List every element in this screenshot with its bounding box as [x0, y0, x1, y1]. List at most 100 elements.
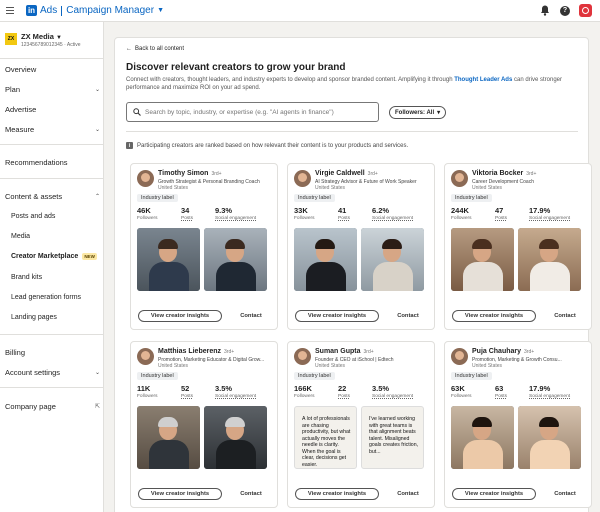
posts-stat: 47 Posts — [495, 206, 507, 221]
menu-icon[interactable] — [6, 7, 14, 14]
avatar[interactable] — [294, 170, 311, 187]
external-link-icon: ⇱ — [94, 404, 100, 410]
connection-degree: 3rd+ — [224, 349, 235, 355]
nav-divider — [0, 58, 103, 59]
contact-button[interactable]: Contact — [388, 488, 428, 500]
view-creator-insights-button[interactable]: View creator insights — [138, 310, 222, 322]
followers-stat: 46K Followers — [137, 206, 158, 221]
bell-icon[interactable] — [539, 5, 551, 17]
industry-label: Industry label — [137, 372, 178, 380]
engagement-stat: 3.5% Social engagement — [372, 384, 414, 399]
sidebar-item-account-settings[interactable]: Account settings ⌄ — [5, 368, 100, 377]
video-thumbnail[interactable] — [204, 406, 267, 469]
sidebar-item-landing-pages[interactable]: Landing pages — [11, 314, 100, 321]
sidebar-item-measure[interactable]: Measure ⌄ — [5, 125, 100, 134]
sidebar-item-overview[interactable]: Overview — [5, 65, 100, 74]
creator-location: United States — [315, 363, 346, 369]
ranking-info: i Participating creators are ranked base… — [126, 142, 408, 149]
industry-label: Industry label — [451, 372, 492, 380]
creator-card[interactable]: Viktoria Bocker 3rd+ Career Development C… — [444, 163, 592, 330]
account-app-icon[interactable] — [579, 4, 592, 17]
creator-location: United States — [472, 185, 503, 191]
creator-card[interactable]: Virgie Caldwell 3rd+ AI Strategy Advisor … — [287, 163, 435, 330]
creator-card[interactable]: Suman Gupta 3rd+ Founder & CEO at iSchool… — [287, 341, 435, 508]
search-input[interactable] — [145, 108, 370, 116]
top-bar: in Ads Campaign Manager ▼ ? — [0, 0, 600, 22]
account-switcher[interactable]: ZX ZX Media ▼ 123456789012345 · Active — [0, 22, 103, 56]
video-thumbnail[interactable] — [451, 228, 514, 291]
brand[interactable]: in Ads Campaign Manager ▼ — [26, 5, 164, 16]
app-name: Campaign Manager — [66, 5, 155, 16]
video-thumbnail[interactable] — [137, 228, 200, 291]
thumbnail-quote: I've learned working with great teams is… — [369, 416, 419, 455]
sidebar-item-content-assets[interactable]: Content & assets ⌃ — [5, 192, 100, 201]
thought-leader-ads-link[interactable]: Thought Leader Ads — [454, 77, 512, 83]
back-link[interactable]: ← Back to all content — [126, 46, 184, 52]
page-description: Connect with creators, thought leaders, … — [126, 77, 563, 91]
avatar[interactable] — [294, 348, 311, 365]
video-thumbnail[interactable] — [294, 228, 357, 291]
creator-name[interactable]: Matthias Lieberenz 3rd+ — [158, 348, 234, 355]
engagement-stat: 3.5% Social engagement — [215, 384, 257, 399]
creator-name[interactable]: Timothy Simon 3rd+ — [158, 170, 222, 177]
creator-card[interactable]: Puja Chauhary 3rd+ Promotion, Marketing &… — [444, 341, 592, 508]
sidebar-item-brand-kits[interactable]: Brand kits — [11, 274, 100, 281]
video-thumbnail[interactable] — [361, 228, 424, 291]
contact-button[interactable]: Contact — [545, 310, 585, 322]
followers-filter[interactable]: Followers: All ▾ — [389, 106, 447, 119]
contact-button[interactable]: Contact — [388, 310, 428, 322]
engagement-stat: 17.9% Social engagement — [529, 384, 571, 399]
thumbnail-quote: A lot of professionals are chasing produ… — [302, 416, 351, 468]
industry-label: Industry label — [137, 194, 178, 202]
contact-button[interactable]: Contact — [545, 488, 585, 500]
search-box[interactable] — [126, 102, 379, 122]
video-thumbnail[interactable] — [137, 406, 200, 469]
avatar[interactable] — [137, 348, 154, 365]
creator-name[interactable]: Viktoria Bocker 3rd+ — [472, 170, 536, 177]
video-thumbnail[interactable] — [518, 406, 581, 469]
video-thumbnail[interactable] — [451, 406, 514, 469]
help-icon[interactable]: ? — [559, 5, 571, 17]
avatar[interactable] — [451, 348, 468, 365]
creator-card[interactable]: Matthias Lieberenz 3rd+ Promotion, Market… — [130, 341, 278, 508]
view-creator-insights-button[interactable]: View creator insights — [452, 488, 536, 500]
sidebar-item-creator-marketplace[interactable]: Creator Marketplace NEW — [11, 253, 100, 260]
posts-stat: 22 Posts — [338, 384, 350, 399]
view-creator-insights-button[interactable]: View creator insights — [295, 310, 379, 322]
video-thumbnail[interactable]: I've learned working with great teams is… — [361, 406, 424, 469]
posts-stat: 41 Posts — [338, 206, 350, 221]
view-creator-insights-button[interactable]: View creator insights — [138, 488, 222, 500]
creator-card[interactable]: Timothy Simon 3rd+ Growth Strategist & Pe… — [130, 163, 278, 330]
sidebar-item-company-page[interactable]: Company page ⇱ — [5, 402, 100, 411]
avatar[interactable] — [451, 170, 468, 187]
video-thumbnail[interactable]: A lot of professionals are chasing produ… — [294, 406, 357, 469]
sidebar-item-posts-ads[interactable]: Posts and ads — [11, 213, 100, 220]
nav-divider — [0, 144, 103, 145]
view-creator-insights-button[interactable]: View creator insights — [295, 488, 379, 500]
connection-degree: 3rd+ — [211, 171, 222, 177]
contact-button[interactable]: Contact — [231, 488, 271, 500]
creator-name[interactable]: Puja Chauhary 3rd+ — [472, 348, 534, 355]
followers-stat: 63K Followers — [451, 384, 472, 399]
video-thumbnail[interactable] — [518, 228, 581, 291]
posts-stat: 52 Posts — [181, 384, 193, 399]
sidebar-item-recommendations[interactable]: Recommendations — [5, 158, 100, 167]
contact-button[interactable]: Contact — [231, 310, 271, 322]
view-creator-insights-button[interactable]: View creator insights — [452, 310, 536, 322]
sidebar-item-billing[interactable]: Billing — [5, 348, 100, 357]
account-id: 123456789012345 · Active — [21, 42, 81, 48]
creator-location: United States — [158, 185, 189, 191]
search-icon — [133, 108, 141, 116]
brand-divider — [61, 5, 63, 16]
video-thumbnail[interactable] — [204, 228, 267, 291]
sidebar-item-lead-gen-forms[interactable]: Lead generation forms — [11, 294, 100, 301]
sidebar-item-media[interactable]: Media — [11, 233, 100, 240]
sidebar-item-plan[interactable]: Plan ⌄ — [5, 85, 100, 94]
avatar[interactable] — [137, 170, 154, 187]
creator-name[interactable]: Suman Gupta 3rd+ — [315, 348, 374, 355]
creator-name[interactable]: Virgie Caldwell 3rd+ — [315, 170, 378, 177]
sidebar-item-advertise[interactable]: Advertise — [5, 105, 100, 114]
followers-stat: 244K Followers — [451, 206, 472, 221]
brand-product: Ads — [40, 5, 58, 16]
chevron-down-icon: ▼ — [55, 35, 62, 41]
